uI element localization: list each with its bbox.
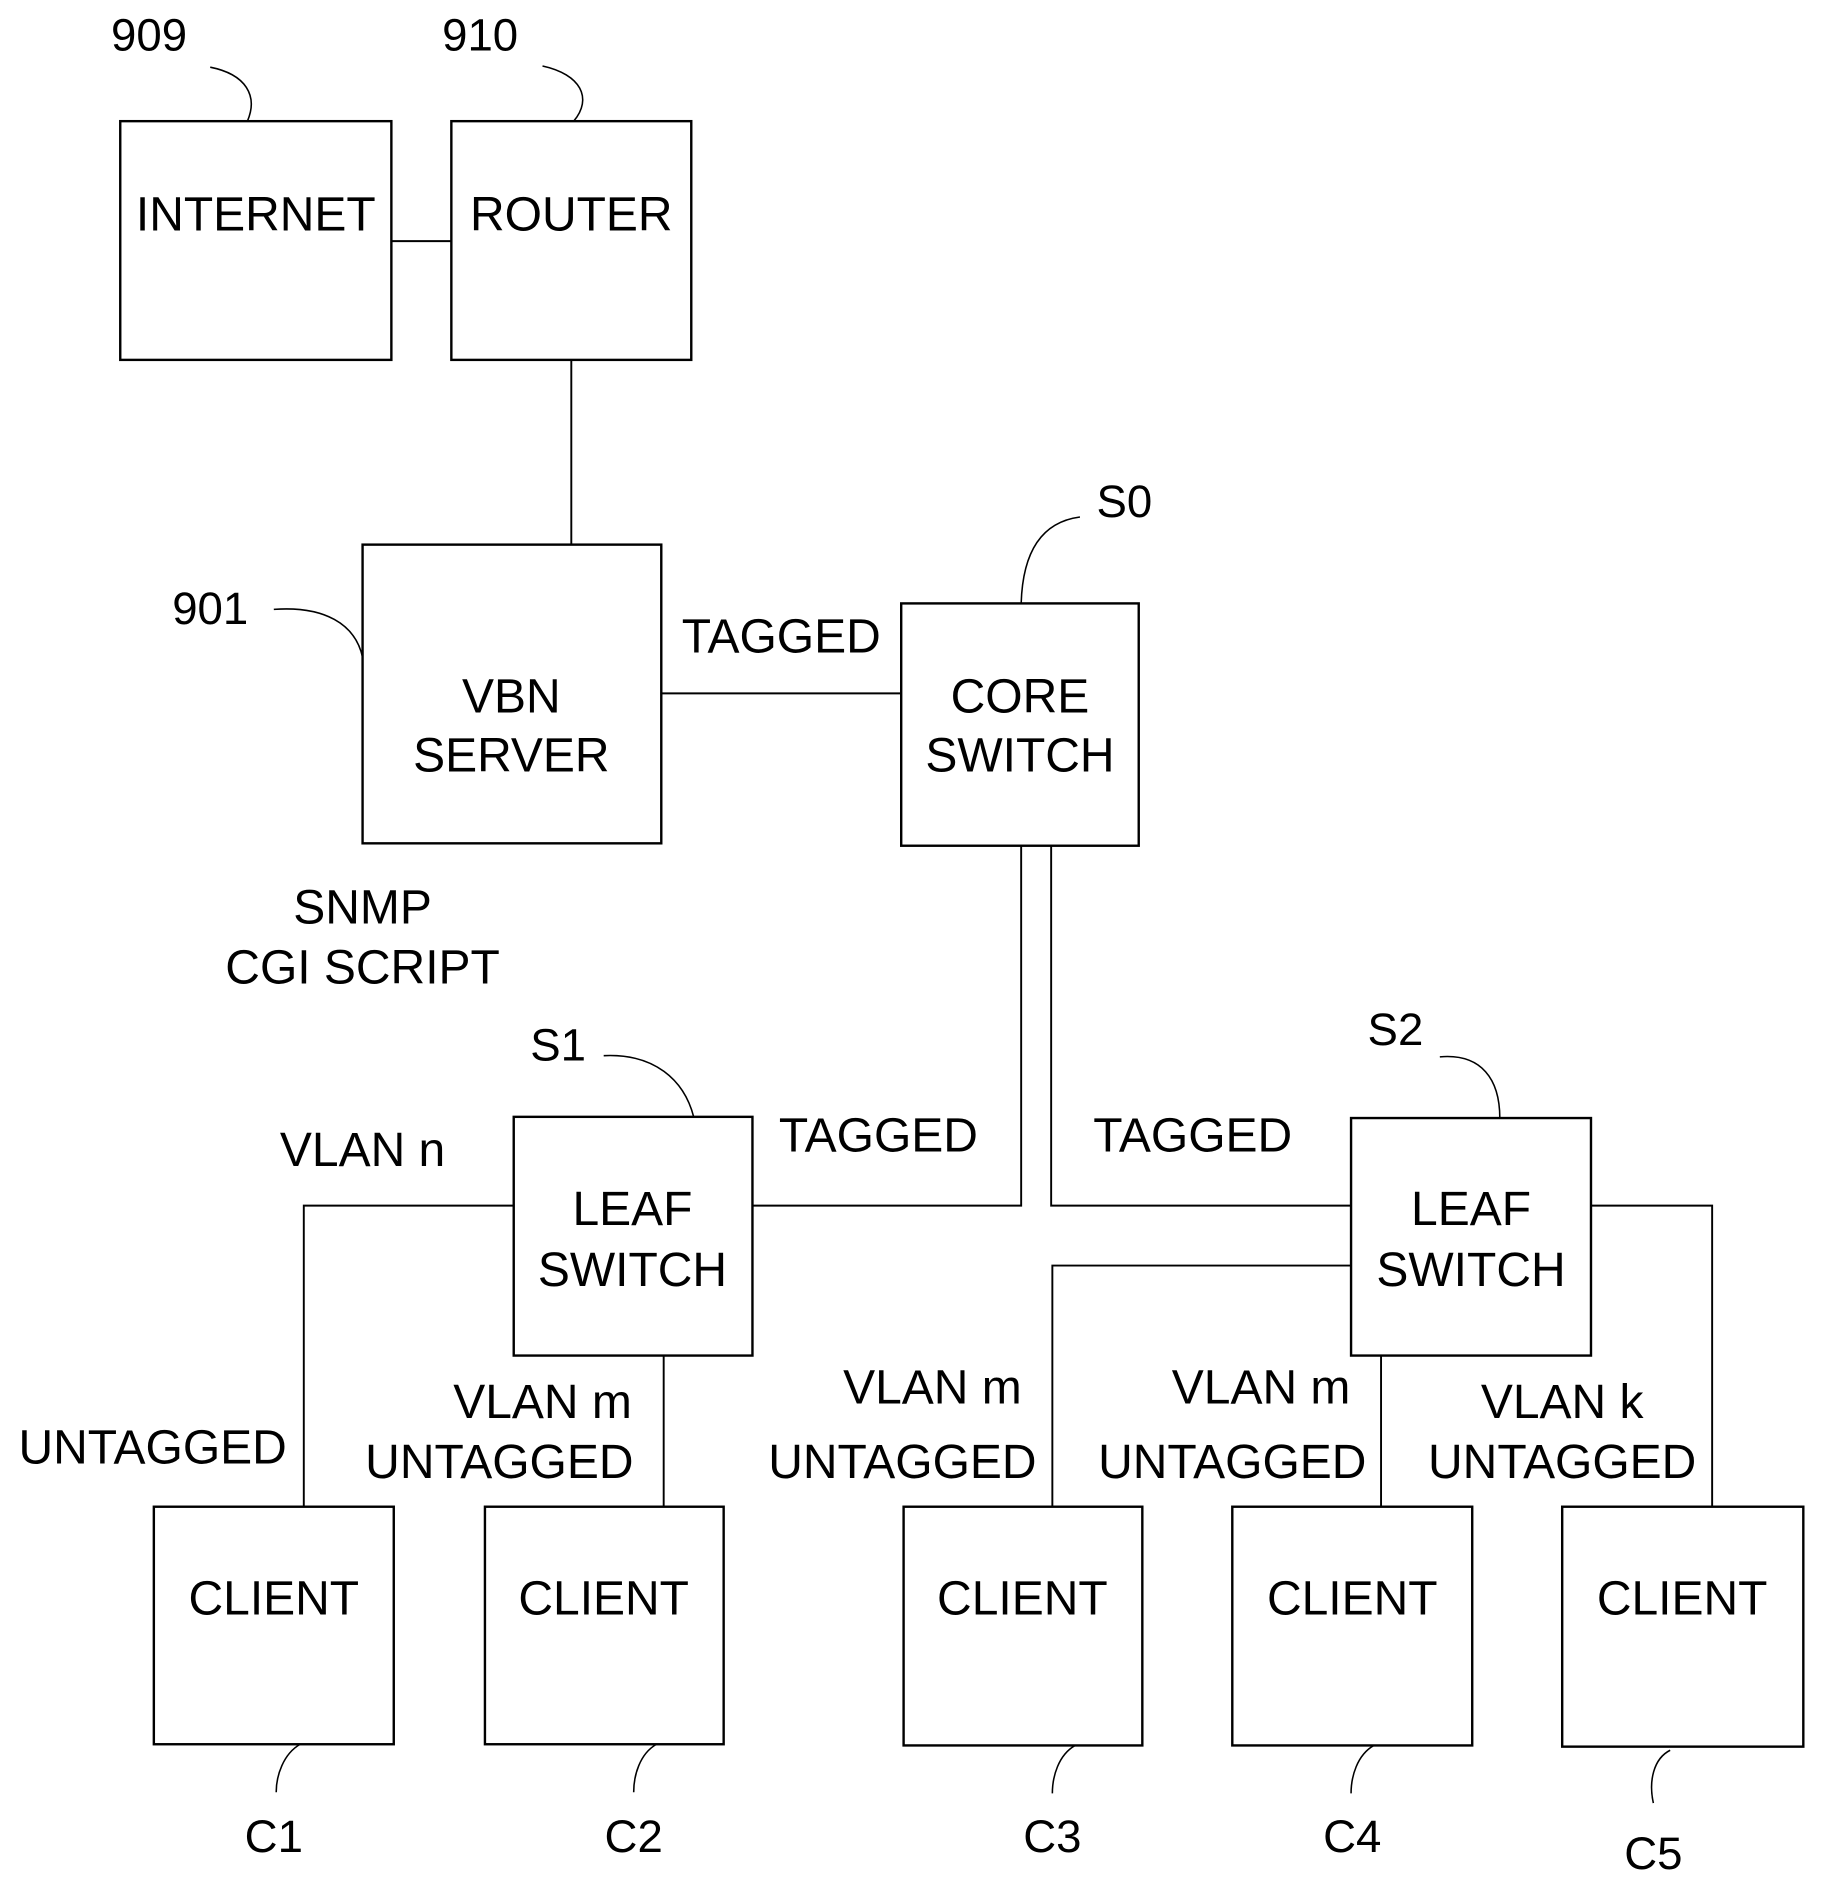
core-switch-leader-line	[1020, 516, 1081, 604]
leaf-switch-s2-node: LEAF SWITCH S2	[1349, 1004, 1593, 1357]
vbn-server-leader-line	[273, 608, 364, 658]
c4-vlan-label: VLAN m	[1172, 1362, 1351, 1415]
core-switch-box	[900, 602, 1140, 847]
c3-vlan-label: VLAN m	[843, 1362, 1022, 1415]
leaf-switch-s1-label-line2: SWITCH	[538, 1244, 727, 1297]
client-c3-node: CLIENT C3	[902, 1505, 1144, 1862]
client-c1-leader-line	[275, 1743, 301, 1793]
leaf-switch-s2-ref: S2	[1368, 1004, 1424, 1055]
core-s1-tagged-label: TAGGED	[779, 1110, 978, 1163]
core-s2-tagged-label: TAGGED	[1093, 1110, 1292, 1163]
internet-label: INTERNET	[136, 188, 376, 241]
client-c2-leader-line	[632, 1743, 657, 1793]
leaf-switch-s2-label-line1: LEAF	[1411, 1183, 1531, 1236]
client-c3-box	[902, 1505, 1144, 1747]
leaf-switch-s1-ref: S1	[530, 1019, 586, 1070]
internet-leader-line	[210, 66, 252, 122]
client-c5-leader-line	[1650, 1749, 1671, 1804]
internet-ref: 909	[111, 9, 187, 60]
vbn-server-node: VBN SERVER 901	[172, 543, 663, 845]
c5-untagged-label: UNTAGGED	[1428, 1436, 1696, 1489]
vbn-server-label-line1: VBN	[462, 671, 561, 724]
client-c1-label: CLIENT	[189, 1573, 360, 1626]
leaf-switch-s2-leader-line	[1439, 1055, 1501, 1119]
client-c1-node: CLIENT C1	[152, 1505, 395, 1862]
client-c5-box	[1560, 1505, 1805, 1748]
server-core-tagged-label: TAGGED	[682, 611, 881, 664]
leaf-switch-s1-leader-line	[603, 1054, 695, 1118]
core-switch-ref: S0	[1096, 476, 1152, 527]
client-c2-label: CLIENT	[518, 1573, 689, 1626]
client-c4-ref: C4	[1323, 1811, 1381, 1862]
client-c5-ref: C5	[1624, 1828, 1682, 1879]
vbn-server-label-line2: SERVER	[413, 729, 609, 782]
client-c4-node: CLIENT C4	[1231, 1505, 1474, 1862]
cgi-script-label: CGI SCRIPT	[225, 942, 500, 995]
vbn-server-ref: 901	[172, 583, 248, 634]
router-node: ROUTER 910	[442, 9, 693, 362]
client-c4-label: CLIENT	[1267, 1573, 1438, 1626]
leaf-switch-s2-label-line2: SWITCH	[1376, 1244, 1565, 1297]
client-c5-label: CLIENT	[1597, 1573, 1768, 1626]
c2-vlan-label: VLAN m	[453, 1376, 632, 1429]
router-ref: 910	[442, 9, 518, 60]
router-label: ROUTER	[470, 188, 673, 241]
network-diagram: INTERNET 909 ROUTER 910 VBN SERVER 901 S…	[19, 9, 1805, 1879]
client-c3-ref: C3	[1023, 1811, 1081, 1862]
client-c4-box	[1231, 1505, 1474, 1747]
c4-untagged-label: UNTAGGED	[1098, 1436, 1366, 1489]
client-c5-node: CLIENT C5	[1560, 1505, 1805, 1879]
client-c4-leader-line	[1350, 1744, 1375, 1794]
client-c2-ref: C2	[605, 1811, 663, 1862]
core-switch-label-line2: SWITCH	[925, 729, 1114, 782]
c1-untagged-label: UNTAGGED	[19, 1422, 287, 1475]
core-switch-node: CORE SWITCH S0	[900, 476, 1152, 847]
snmp-label: SNMP	[293, 882, 432, 935]
router-leader-line	[542, 65, 584, 122]
client-c3-leader-line	[1051, 1744, 1076, 1794]
client-c2-node: CLIENT C2	[483, 1505, 725, 1862]
client-c3-label: CLIENT	[937, 1573, 1108, 1626]
leaf-switch-s1-node: LEAF SWITCH S1	[512, 1019, 754, 1357]
core-switch-label-line1: CORE	[951, 671, 1090, 724]
client-c1-ref: C1	[245, 1811, 303, 1862]
c3-untagged-label: UNTAGGED	[768, 1436, 1036, 1489]
leaf-switch-s1-label-line1: LEAF	[573, 1183, 693, 1236]
c5-vlan-label: VLAN k	[1481, 1376, 1645, 1429]
c2-untagged-label: UNTAGGED	[365, 1436, 633, 1489]
leaf-switch-s2-box	[1349, 1116, 1593, 1357]
internet-node: INTERNET 909	[111, 9, 393, 362]
leaf-switch-s1-box	[512, 1115, 754, 1357]
vlan-n-label: VLAN n	[280, 1124, 445, 1177]
